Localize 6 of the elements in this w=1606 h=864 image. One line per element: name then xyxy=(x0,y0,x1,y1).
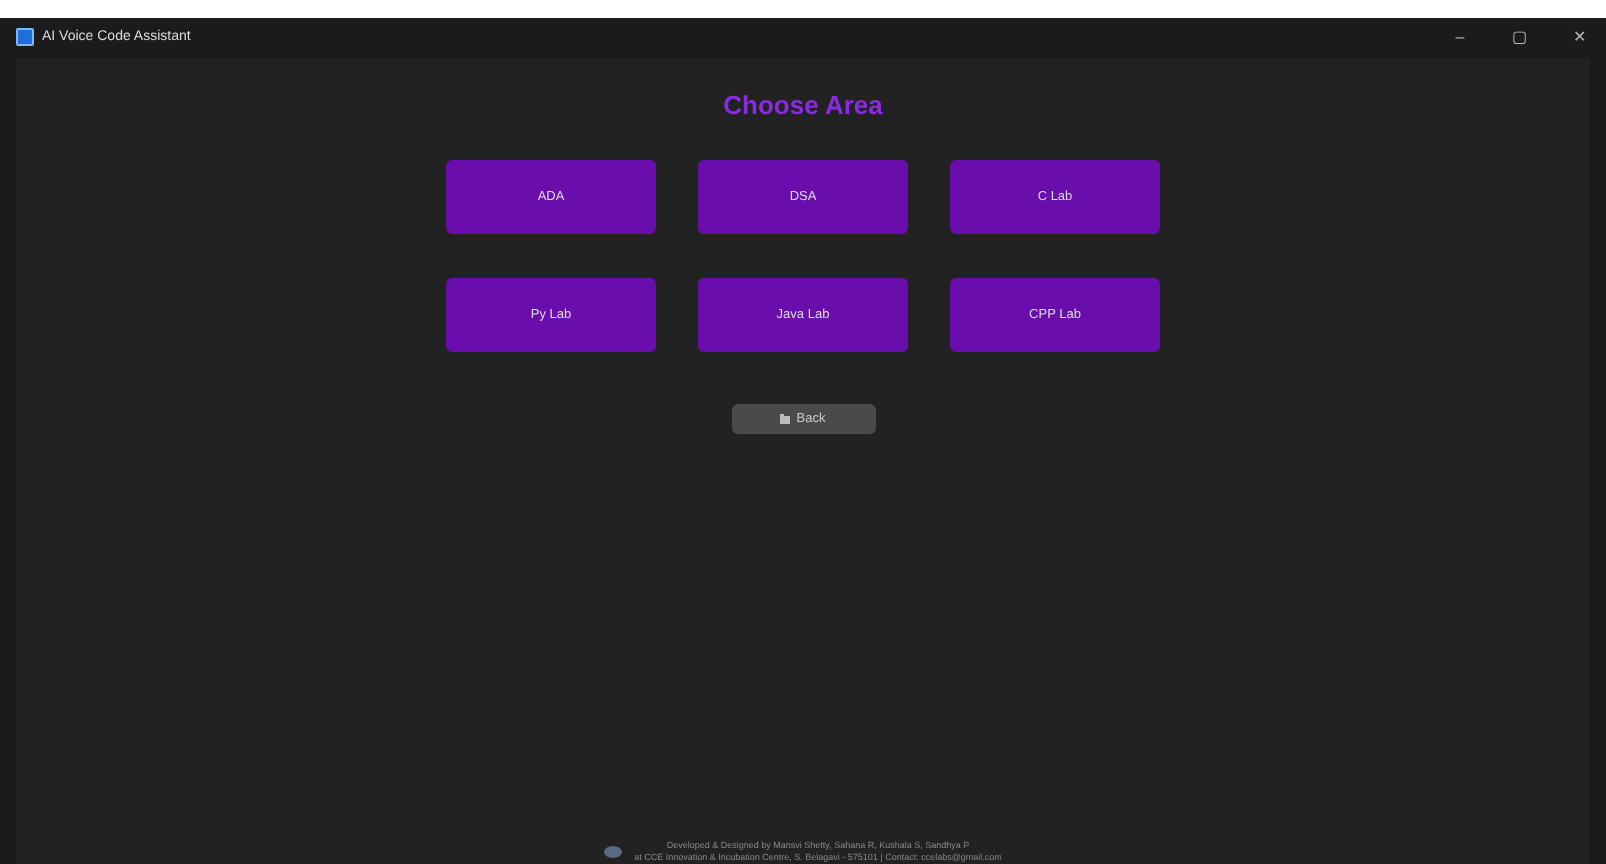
maximize-button[interactable]: ▢ xyxy=(1494,27,1546,45)
close-button[interactable]: ✕ xyxy=(1554,27,1606,45)
minimize-button[interactable]: – xyxy=(1434,27,1486,45)
page-heading: Choose Area xyxy=(723,90,883,120)
folder-icon xyxy=(780,414,791,424)
app-logo-icon xyxy=(16,27,34,45)
